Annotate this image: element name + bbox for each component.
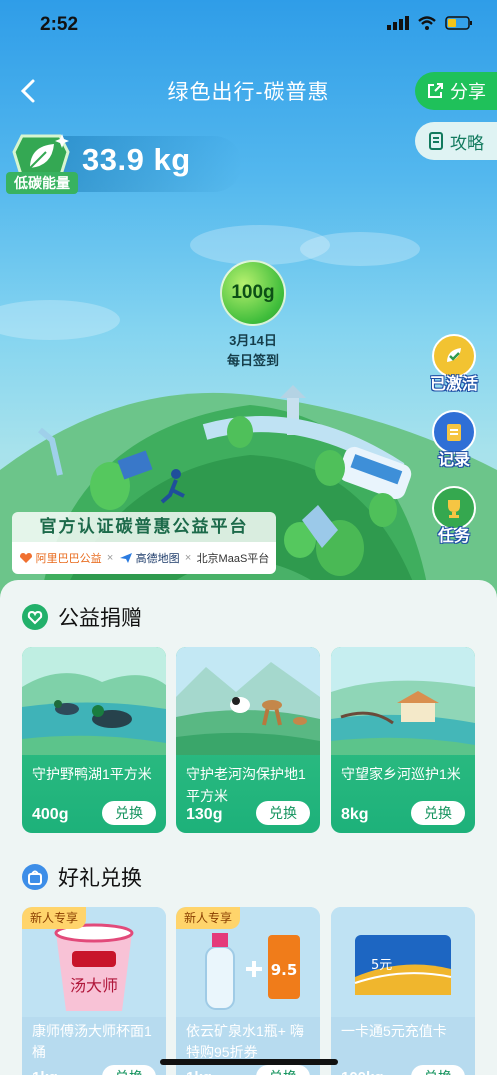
status-time: 2:52 (40, 14, 79, 35)
charity-item-name: 守望家乡河巡护1米 (341, 766, 461, 782)
gift-card[interactable]: 5元 一卡通5元充值卡 100kg 兑换 (331, 907, 475, 1075)
charity-card[interactable]: 守护老河沟保护地1平方米 130g 兑换 (176, 647, 320, 833)
wild-duck-lake-image (22, 647, 166, 755)
home-indicator[interactable] (160, 1059, 338, 1065)
tasks-label: 任务 (437, 528, 470, 545)
signal-icon (387, 16, 409, 30)
new-user-badge: 新人专享 (176, 907, 241, 929)
gifts-title: 好礼兑换 (58, 867, 142, 890)
redeem-button[interactable]: 兑换 (102, 1065, 156, 1075)
redeem-button[interactable]: 兑换 (411, 801, 465, 825)
svg-text:5元: 5元 (371, 958, 392, 973)
redeem-button[interactable]: 兑换 (256, 801, 310, 825)
charity-card[interactable]: 守望家乡河巡护1米 8kg 兑换 (331, 647, 475, 833)
partner-logos: 阿里巴巴公益 × 高德地图 × 北京MaaS平台 (12, 542, 276, 574)
activated-label: 已激活 (429, 376, 478, 393)
charity-section-header: 公益捐赠 (22, 602, 142, 632)
gift-item-points: 100kg (341, 1069, 384, 1075)
gift-item-points: 1kg (32, 1069, 58, 1075)
transit-card-image: 5元 (331, 907, 475, 1017)
svg-text:汤大师: 汤大师 (70, 976, 118, 995)
tasks-button[interactable]: 任务 (429, 486, 479, 546)
charity-card[interactable]: 守护野鸭湖1平方米 400g 兑换 (22, 647, 166, 833)
carbon-energy-display[interactable]: 低碳能量 33.9 kg (6, 132, 242, 194)
hero-banner: 2:52 绿色出行-碳普惠 分享 攻略 低碳能量 33.9 kg 100g 3月… (0, 0, 497, 600)
charity-item-name: 守护野鸭湖1平方米 (32, 766, 152, 782)
checkin-energy-bubble[interactable]: 100g (220, 260, 286, 326)
gift-item-name: 依云矿泉水1瓶+ 嗨特购95折券 (186, 1023, 304, 1060)
status-icons (387, 16, 473, 30)
partner-amap: 高德地图 (119, 550, 180, 566)
gift-item-points: 1kg (186, 1069, 212, 1075)
charity-item-points: 400g (32, 806, 69, 823)
records-label: 记录 (437, 452, 470, 469)
charity-item-points: 8kg (341, 806, 369, 823)
charity-icon (22, 604, 48, 630)
gift-item-name: 康师傅汤大师杯面1桶 (32, 1023, 152, 1060)
checkin-date: 3月14日 (229, 333, 277, 348)
gift-card[interactable]: 汤大师 新人专享 康师傅汤大师杯面1桶 1kg 兑换 (22, 907, 166, 1075)
redeem-button[interactable]: 兑换 (256, 1065, 310, 1075)
redeem-button[interactable]: 兑换 (102, 801, 156, 825)
records-button[interactable]: 记录 (429, 410, 479, 470)
platform-title: 官方认证碳普惠公益平台 (12, 512, 276, 542)
battery-icon (445, 16, 472, 30)
share-label: 分享 (450, 82, 486, 102)
gift-item-name: 一卡通5元充值卡 (341, 1023, 447, 1039)
partner-alibaba-charity: 阿里巴巴公益 (19, 550, 102, 566)
share-icon (428, 83, 443, 98)
gift-bag-icon (22, 864, 48, 890)
gifts-section-header: 好礼兑换 (22, 862, 142, 892)
charity-title: 公益捐赠 (58, 607, 142, 630)
wifi-icon (418, 16, 436, 30)
svg-text:9.5: 9.5 (271, 961, 298, 979)
redeem-button[interactable]: 兑换 (411, 1065, 465, 1075)
guide-label: 攻略 (450, 133, 484, 153)
checkin-label: 每日签到 (226, 353, 279, 368)
gift-card[interactable]: 9.5 新人专享 依云矿泉水1瓶+ 嗨特购95折券 1kg 兑换 (176, 907, 320, 1075)
laohegou-reserve-image (176, 647, 320, 755)
document-icon (429, 132, 443, 150)
energy-badge-label: 低碳能量 (6, 172, 78, 194)
new-user-badge: 新人专享 (22, 907, 87, 929)
charity-item-points: 130g (186, 806, 223, 823)
share-button[interactable]: 分享 (415, 72, 497, 110)
heart-icon (19, 553, 32, 563)
platform-banner[interactable]: 官方认证碳普惠公益平台 阿里巴巴公益 × 高德地图 × 北京MaaS平台 (12, 512, 276, 574)
checkin-amount: 100g (231, 282, 275, 303)
activated-button[interactable]: 已激活 (429, 334, 479, 394)
guide-button[interactable]: 攻略 (415, 122, 497, 160)
partner-beijing-maas: 北京MaaS平台 (196, 553, 270, 565)
hometown-river-image (331, 647, 475, 755)
energy-value: 33.9 kg (82, 142, 191, 177)
status-bar: 2:52 (0, 0, 497, 54)
amap-icon (119, 553, 132, 563)
nav-bar: 绿色出行-碳普惠 分享 (0, 60, 497, 120)
